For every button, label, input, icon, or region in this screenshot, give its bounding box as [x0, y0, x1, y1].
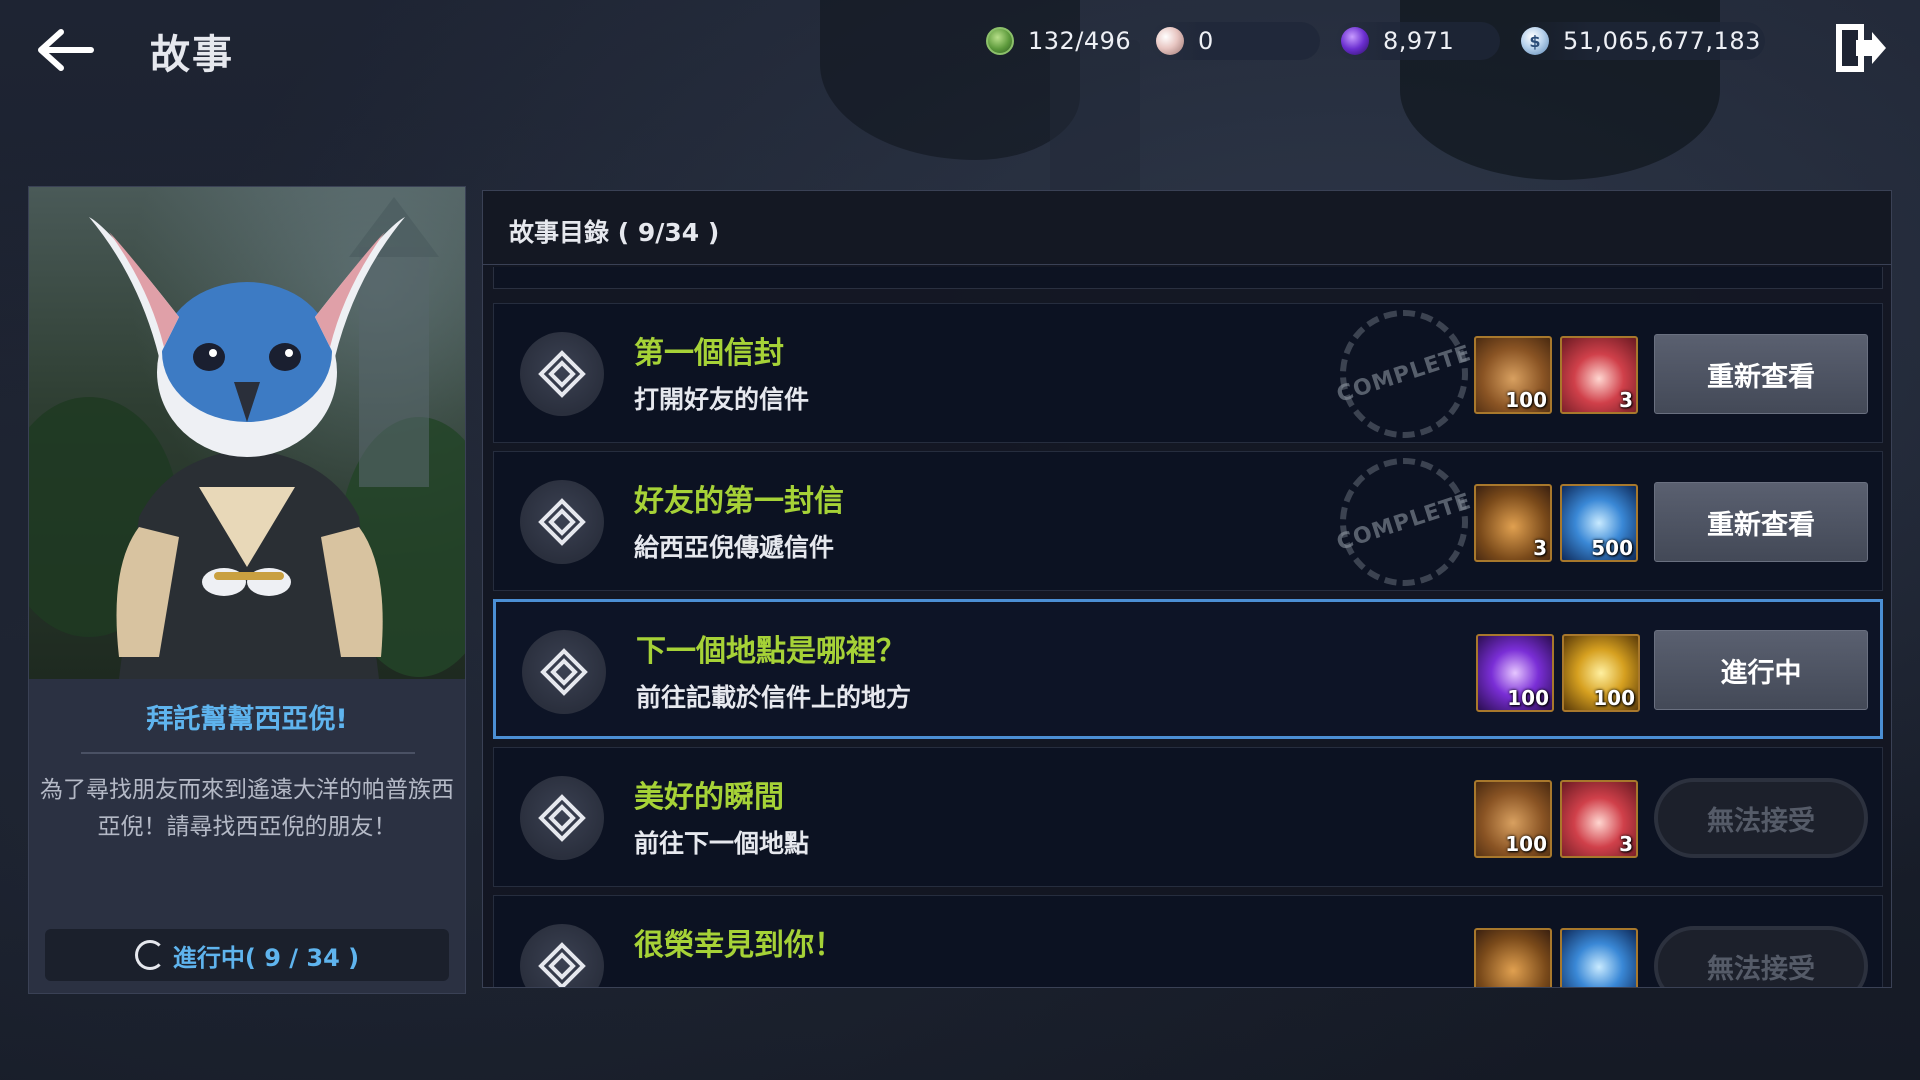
- list-header: 故事目錄 ( 9/34 ): [483, 191, 1891, 265]
- story-item-subtitle: 前往下一個地點: [634, 829, 810, 858]
- quest-diamond-icon: [522, 630, 606, 714]
- quest-diamond-icon: [520, 480, 604, 564]
- complete-stamp-icon: COMPLETE: [1323, 441, 1485, 603]
- quest-diamond-icon: [520, 332, 604, 416]
- reward-qty: 500: [1591, 536, 1633, 560]
- silver-value: 51,065,677,183: [1563, 27, 1761, 55]
- reward-qty: 3: [1533, 536, 1547, 560]
- currency-pearl[interactable]: 0: [1150, 22, 1320, 60]
- story-item-title: 很榮幸見到你！: [634, 928, 844, 963]
- stamina-value: 132/496: [1028, 27, 1132, 55]
- story-item-subtitle: 給西亞倪傳遞信件: [634, 533, 835, 562]
- review-button[interactable]: 重新查看: [1654, 334, 1868, 414]
- reward-gold-trophy-icon[interactable]: 100: [1562, 634, 1640, 712]
- story-item[interactable]: 好友的第一封信 給西亞倪傳遞信件 COMPLETE 3 500 重新查看: [493, 441, 1883, 603]
- reward-purple-crystal-icon[interactable]: 100: [1476, 634, 1554, 712]
- back-button[interactable]: [30, 22, 100, 78]
- story-item-active[interactable]: 下一個地點是哪裡？ 前往記載於信件上的地方 100 100 進行中: [493, 599, 1883, 739]
- silver-icon: $: [1521, 27, 1549, 55]
- story-item-subtitle: 打開好友的信件: [634, 385, 810, 414]
- pearl-icon: [1156, 27, 1184, 55]
- divider: [81, 752, 415, 754]
- story-item[interactable]: 第一個信封 打開好友的信件 COMPLETE 100 3 重新查看: [493, 293, 1883, 455]
- reward-crystal-icon[interactable]: 500: [1560, 484, 1638, 562]
- quest-diamond-icon: [520, 924, 604, 987]
- quest-description: 為了尋找朋友而來到遙遠大洋的帕普族西亞倪！請尋找西亞倪的朋友！: [40, 777, 454, 840]
- character-portrait: [29, 187, 465, 679]
- story-list-panel: 故事目錄 ( 9/34 ) 第一個信封 打開好友的信件 COMPLETE 100…: [482, 190, 1892, 988]
- story-item-subtitle: 前往記載於信件上的地方: [636, 683, 912, 712]
- reward-qty: 100: [1507, 686, 1549, 710]
- top-bar: 故事 132/496 0 8,971 $ 51,065,677,183: [0, 0, 1920, 100]
- exit-button[interactable]: [1830, 18, 1890, 78]
- story-item-title: 美好的瞬間: [634, 780, 784, 815]
- review-button[interactable]: 重新查看: [1654, 482, 1868, 562]
- reward-qty: 3: [1619, 832, 1633, 856]
- pearl-value: 0: [1198, 27, 1214, 55]
- black-gem-icon: [1341, 27, 1369, 55]
- progress-text: 進行中( 9 / 34 ): [172, 943, 360, 972]
- quest-info-panel: 拜託幫幫西亞倪! 為了尋找朋友而來到遙遠大洋的帕普族西亞倪！請尋找西亞倪的朋友！…: [28, 186, 466, 994]
- unavailable-button: 無法接受: [1654, 778, 1868, 858]
- reward-qty: 100: [1505, 832, 1547, 856]
- reward-chest-icon[interactable]: 100: [1474, 336, 1552, 414]
- character-illustration: [29, 197, 465, 679]
- loading-spinner-icon: [134, 940, 165, 970]
- list-header-title: 故事目錄 ( 9/34 ): [509, 218, 720, 247]
- reward-gift-box-icon[interactable]: 3: [1560, 336, 1638, 414]
- reward-crystal-icon[interactable]: [1560, 928, 1638, 987]
- quest-title: 拜託幫幫西亞倪!: [146, 704, 348, 735]
- story-list[interactable]: 第一個信封 打開好友的信件 COMPLETE 100 3 重新查看 好友的第一封…: [483, 267, 1891, 987]
- currency-black-gem[interactable]: 8,971: [1335, 22, 1500, 60]
- currency-silver[interactable]: $ 51,065,677,183: [1515, 22, 1765, 60]
- currency-stamina: 132/496: [980, 22, 1140, 60]
- reward-chest-icon[interactable]: 100: [1474, 780, 1552, 858]
- unavailable-button: 無法接受: [1654, 926, 1868, 987]
- exit-icon: [1836, 24, 1886, 72]
- in-progress-button[interactable]: 進行中: [1654, 630, 1868, 710]
- reward-treasure-box-icon[interactable]: 3: [1474, 484, 1552, 562]
- reward-qty: 100: [1593, 686, 1635, 710]
- story-item-title: 下一個地點是哪裡？: [636, 634, 906, 669]
- stamina-icon: [986, 27, 1014, 55]
- reward-treasure-box-icon[interactable]: [1474, 928, 1552, 987]
- reward-gift-box-icon[interactable]: 3: [1560, 780, 1638, 858]
- page-title: 故事: [150, 32, 234, 78]
- black-gem-value: 8,971: [1383, 27, 1455, 55]
- quest-diamond-icon: [520, 776, 604, 860]
- reward-qty: 3: [1619, 388, 1633, 412]
- story-item[interactable]: 很榮幸見到你！ 無法接受: [493, 895, 1883, 987]
- story-item-title: 好友的第一封信: [634, 484, 844, 519]
- list-item-partial: [493, 267, 1883, 289]
- quest-progress: 進行中( 9 / 34 ): [45, 929, 449, 981]
- story-item-title: 第一個信封: [634, 336, 784, 371]
- complete-stamp-icon: COMPLETE: [1323, 293, 1485, 455]
- back-arrow-icon: [38, 29, 94, 71]
- reward-qty: 100: [1505, 388, 1547, 412]
- story-item[interactable]: 美好的瞬間 前往下一個地點 100 3 無法接受: [493, 747, 1883, 887]
